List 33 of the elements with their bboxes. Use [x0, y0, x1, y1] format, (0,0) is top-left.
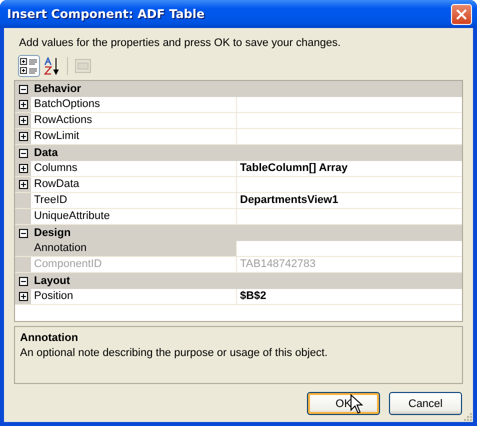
expand-icon[interactable] — [18, 164, 28, 173]
expand-icon[interactable] — [18, 292, 28, 301]
close-icon — [456, 8, 467, 20]
collapse-icon[interactable] — [18, 84, 28, 94]
property-name[interactable]: TreeID — [31, 193, 237, 208]
expand-icon[interactable] — [18, 100, 28, 109]
collapse-icon[interactable] — [18, 228, 28, 238]
categorized-button[interactable] — [18, 55, 40, 77]
ok-button[interactable]: OK — [307, 392, 380, 415]
property-pages-icon — [75, 59, 91, 73]
property-value[interactable]: TableColumn[] Array — [237, 161, 462, 176]
window-title: Insert Component: ADF Table — [7, 7, 205, 21]
sort-icon — [44, 57, 60, 75]
expand-icon[interactable] — [18, 116, 28, 125]
property-value[interactable]: DepartmentsView1 — [237, 193, 462, 208]
cancel-button[interactable]: Cancel — [389, 392, 462, 415]
pointer-icon — [350, 394, 363, 414]
description-text: An optional note describing the purpose or usage of this object. — [20, 346, 329, 361]
expand-icon[interactable] — [18, 132, 28, 141]
collapse-icon[interactable] — [18, 148, 28, 158]
category-label: Design — [33, 227, 71, 239]
categorized-icon — [20, 58, 38, 74]
property-name[interactable]: Annotation — [31, 241, 237, 256]
description-title: Annotation — [20, 331, 80, 345]
category-label: Behavior — [33, 83, 82, 95]
resize-grip-icon[interactable] — [462, 411, 472, 421]
category-label: Layout — [33, 275, 70, 287]
instructions-text: Add values for the properties and press OK to save your changes. — [19, 36, 342, 50]
collapse-icon[interactable] — [18, 276, 28, 286]
category-label: Data — [33, 147, 58, 159]
close-button[interactable] — [451, 4, 472, 24]
expand-icon[interactable] — [18, 180, 28, 189]
property-value[interactable]: $B$2 — [237, 289, 462, 304]
